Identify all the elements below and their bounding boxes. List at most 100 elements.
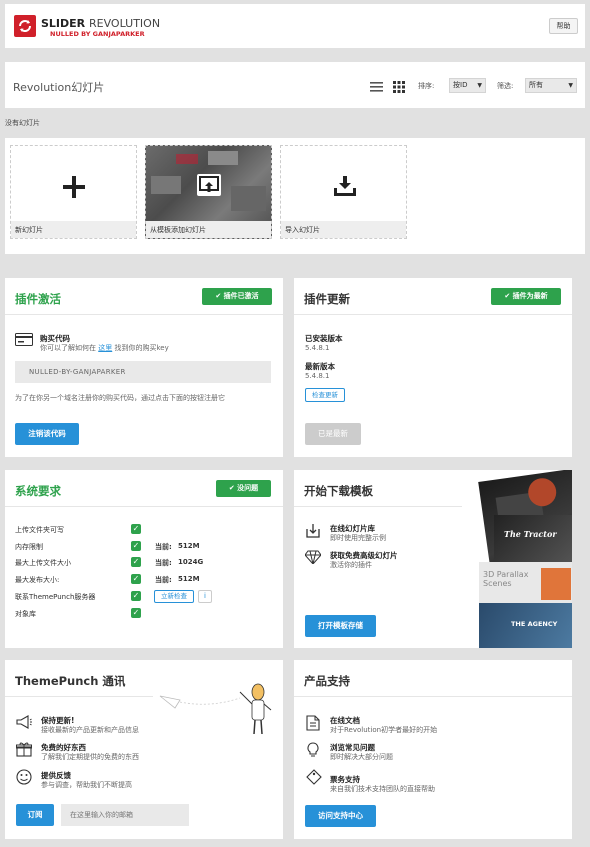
system-requirements-panel: 系统要求 ✔ 没问题 上传文件夹可写 ✓ 内存限制 ✓ 当前: 512M 最大上… xyxy=(5,470,283,648)
card-label: 新幻灯片 xyxy=(15,226,43,234)
thumb-text: The Tractor xyxy=(504,529,557,539)
divider xyxy=(5,314,283,315)
badge-label: 插件已激活 xyxy=(223,292,259,300)
current-value: 512M xyxy=(178,575,200,583)
check-icon: ✓ xyxy=(131,557,141,567)
upload-template-icon xyxy=(197,174,221,196)
badge-label: 没问题 xyxy=(237,484,259,492)
chevron-down-icon: ▼ xyxy=(568,82,573,89)
smiley-icon xyxy=(16,769,32,785)
diamond-icon xyxy=(304,550,322,565)
divider xyxy=(294,314,572,315)
logo-title: SLIDER REVOLUTION xyxy=(41,17,160,30)
info-button[interactable]: i xyxy=(198,590,212,603)
card-footer: 新幻灯片 xyxy=(11,221,136,238)
gift-icon xyxy=(16,742,32,757)
card-footer: 从模板添加幻灯片 xyxy=(146,221,271,238)
free-goodies-desc: 了解我们定期提供的免费的东西 xyxy=(41,753,139,761)
open-template-store-button[interactable]: 打开模板存储 xyxy=(305,615,376,637)
requirement-row: 最大上传文件大小 ✓ 当前: 1024G xyxy=(15,557,275,569)
requirement-row: 联系ThemePunch服务器 ✓ 立新检查 i xyxy=(15,590,275,604)
document-icon xyxy=(306,715,320,731)
slider-revolution-logo xyxy=(14,15,36,37)
filter-select[interactable]: 所有 ▼ xyxy=(525,78,577,93)
product-support-panel: 产品支持 在线文档 对于Revolution初学者最好的开始 浏览常见问题 即时… xyxy=(294,660,572,839)
no-problem-badge: ✔ 没问题 xyxy=(216,480,271,497)
sort-label: 排序: xyxy=(418,82,435,90)
panel-title: 系统要求 xyxy=(15,484,61,498)
activation-note: 为了在你另一个域名注册你的购买代码，通过点击下面的按钮注册它 xyxy=(15,394,225,402)
up-to-date-badge: ✔ 插件为最新 xyxy=(491,288,561,305)
filter-select-value: 所有 xyxy=(529,81,543,89)
requirement-label: 对象库 xyxy=(15,610,36,618)
plugin-activation-panel: 插件激活 ✔ 插件已激活 购买代码 你可以了解如何在 这里 找到你的购买key … xyxy=(5,278,283,457)
requirement-row: 对象库 ✓ xyxy=(15,608,275,620)
newsletter-panel: ThemePunch 通讯 保持更新! 接收最新的产品更新和产品信息 免费的好东… xyxy=(5,660,283,839)
no-sliders-text: 没有幻灯片 xyxy=(5,119,40,127)
thumb-text: THE AGENCY xyxy=(511,620,558,628)
check-icon: ✓ xyxy=(131,608,141,618)
logo-main-text: SLIDER xyxy=(41,17,86,30)
requirement-label: 上传文件夹可写 xyxy=(15,526,64,534)
feedback-desc: 参与调查，帮助我们不断提高 xyxy=(41,781,132,789)
email-input[interactable]: 在这里输入你的邮箱 xyxy=(61,804,189,826)
subscribe-button[interactable]: 订阅 xyxy=(16,804,54,826)
list-view-icon[interactable] xyxy=(370,82,383,92)
divider xyxy=(5,696,153,697)
new-slider-card[interactable]: 新幻灯片 xyxy=(10,145,137,239)
slider-cards-area: 新幻灯片 从模板添加幻灯片 导入幻灯片 xyxy=(5,138,585,254)
lightbulb-icon xyxy=(306,742,320,758)
divider xyxy=(294,506,462,507)
check-now-button[interactable]: 立新检查 xyxy=(154,590,194,603)
help-button[interactable]: 帮助 xyxy=(549,18,578,34)
ticket-icon xyxy=(306,769,322,785)
badge-label: 插件为最新 xyxy=(512,292,548,300)
plugin-update-panel: 插件更新 ✔ 插件为最新 已安装版本 5.4.8.1 最新版本 5.4.8.1 … xyxy=(294,278,572,457)
already-updated-button[interactable]: 已是最新 xyxy=(305,423,361,445)
sort-select-value: 按ID xyxy=(453,81,468,89)
page-title: Revolution幻灯片 xyxy=(13,81,105,94)
ticket-support-desc: 来自我们技术支持团队的直接帮助 xyxy=(330,785,435,793)
template-thumbnails xyxy=(146,146,271,223)
credit-card-icon xyxy=(15,333,33,346)
activated-badge: ✔ 插件已激活 xyxy=(202,288,272,305)
megaphone-icon xyxy=(16,715,32,729)
panel-title: 插件激活 xyxy=(15,292,61,306)
current-label: 当前: xyxy=(155,559,172,567)
card-label: 从模板添加幻灯片 xyxy=(150,226,206,234)
import-slider-card[interactable]: 导入幻灯片 xyxy=(280,145,407,239)
requirement-label: 最大发布大小: xyxy=(15,576,60,584)
desc-text: 找到你的购买key xyxy=(114,344,169,352)
stay-updated-desc: 接收最新的产品更新和产品信息 xyxy=(41,726,139,734)
check-icon: ✓ xyxy=(131,574,141,584)
sort-select[interactable]: 按ID ▼ xyxy=(449,78,486,93)
current-value: 512M xyxy=(178,542,200,550)
download-icon xyxy=(305,523,321,539)
plus-icon xyxy=(63,176,85,198)
deregister-code-button[interactable]: 注销该代码 xyxy=(15,423,79,445)
grid-view-icon[interactable] xyxy=(393,81,405,93)
desc-text: 你可以了解如何在 xyxy=(40,344,96,352)
check-icon: ✓ xyxy=(131,591,141,601)
requirement-row: 上传文件夹可写 ✓ xyxy=(15,524,275,536)
logo-sub-text: REVOLUTION xyxy=(88,17,161,30)
check-icon: ✔ xyxy=(228,484,235,492)
tractor-thumb: The Tractor xyxy=(494,515,572,565)
check-icon: ✓ xyxy=(131,541,141,551)
agency-thumb: THE AGENCY xyxy=(479,603,572,648)
requirement-row: 最大发布大小: ✓ 当前: 512M xyxy=(15,574,275,586)
panel-title: 开始下载模板 xyxy=(304,484,373,498)
template-slider-card[interactable]: 从模板添加幻灯片 xyxy=(145,145,272,239)
chevron-down-icon: ▼ xyxy=(477,82,482,89)
latest-version-value: 5.4.8.1 xyxy=(305,372,330,380)
refresh-icon xyxy=(19,20,31,32)
card-footer: 导入幻灯片 xyxy=(281,221,406,238)
check-updates-button[interactable]: 检查更新 xyxy=(305,388,345,402)
panel-title: 插件更新 xyxy=(304,292,350,306)
purchase-code-input[interactable]: NULLED-BY-GANJAPARKER xyxy=(15,361,271,383)
here-link[interactable]: 这里 xyxy=(98,344,112,352)
installed-version-label: 已安装版本 xyxy=(305,334,343,343)
visit-support-center-button[interactable]: 访问支持中心 xyxy=(305,805,376,827)
filter-label: 筛选: xyxy=(497,82,514,90)
premium-sliders-desc: 激活你的插件 xyxy=(330,561,372,569)
